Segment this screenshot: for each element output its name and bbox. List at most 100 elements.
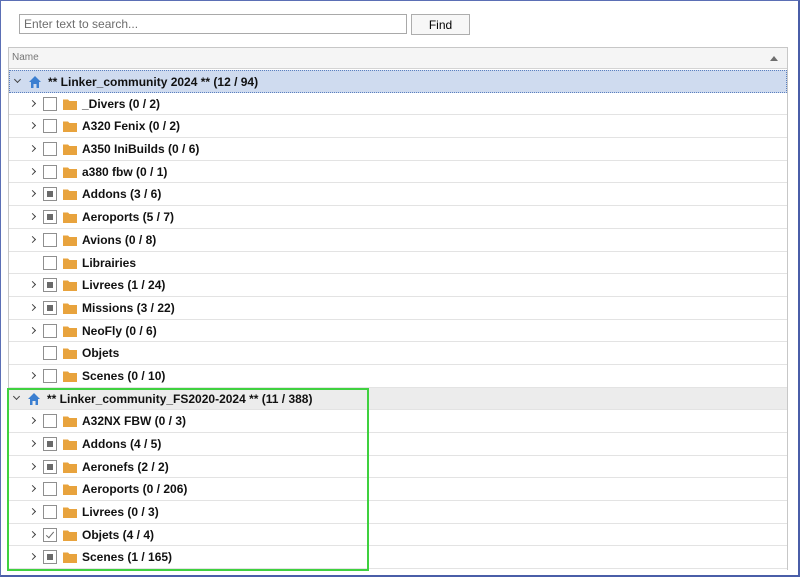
item-checkbox[interactable] <box>43 414 57 429</box>
folder-icon <box>63 506 77 519</box>
tree-item-row[interactable]: _Divers (0 / 2) <box>9 93 787 116</box>
chevron-right-icon[interactable] <box>28 99 37 107</box>
column-header-name[interactable]: Name <box>9 48 787 69</box>
chevron-right-icon[interactable] <box>28 371 37 379</box>
item-checkbox[interactable] <box>43 527 57 542</box>
folder-icon <box>63 529 77 541</box>
item-checkbox[interactable] <box>43 255 57 270</box>
tree-group-row[interactable]: ** Linker_community_FS2020-2024 ** (11 /… <box>9 387 787 411</box>
tree-item-label: A320 Fenix (0 / 2) <box>82 119 181 134</box>
window-frame: Find Name ** Linker_community 2024 ** (1… <box>0 0 800 577</box>
folder-icon <box>63 302 77 314</box>
search-input[interactable] <box>19 14 407 34</box>
tree-group-row[interactable]: ** Linker_community 2024 ** (12 / 94) <box>9 70 787 93</box>
tree-item-label: A350 IniBuilds (0 / 6) <box>82 142 200 157</box>
tree-item-row[interactable]: Aeroports (0 / 206) <box>9 478 787 502</box>
chevron-right-icon[interactable] <box>28 553 37 561</box>
tree-item-label: NeoFly (0 / 6) <box>82 323 157 338</box>
item-checkbox[interactable] <box>43 164 57 179</box>
item-checkbox[interactable] <box>43 300 57 315</box>
item-checkbox[interactable] <box>43 96 57 111</box>
folder-icon <box>63 166 77 178</box>
item-checkbox[interactable] <box>43 119 57 134</box>
folder-icon <box>63 370 77 382</box>
chevron-right-icon[interactable] <box>28 122 37 130</box>
chevron-right-icon[interactable] <box>28 530 37 538</box>
item-checkbox[interactable] <box>43 437 57 451</box>
chevron-down-icon[interactable] <box>13 75 22 84</box>
item-checkbox[interactable] <box>43 210 57 225</box>
chevron-right-icon[interactable] <box>28 439 37 448</box>
folder-icon <box>63 347 77 360</box>
folder-icon <box>63 279 77 292</box>
chevron-right-icon[interactable] <box>28 485 37 493</box>
tree-item-label: Livrees (1 / 24) <box>82 278 166 293</box>
tree-item-row[interactable]: Aeroports (5 / 7) <box>9 206 787 229</box>
item-checkbox[interactable] <box>43 482 57 497</box>
sort-ascending-icon <box>770 56 778 61</box>
tree-item-row[interactable]: NeoFly (0 / 6) <box>9 320 787 343</box>
tree-item-row[interactable]: Scenes (0 / 10) <box>9 365 787 388</box>
item-checkbox[interactable] <box>43 505 57 520</box>
chevron-right-icon[interactable] <box>28 326 37 334</box>
tree-item-label: Aeroports (5 / 7) <box>82 210 175 225</box>
tree-item-row[interactable]: Objets <box>9 342 787 365</box>
folder-icon <box>63 234 77 246</box>
tree-item-row[interactable]: Scenes (1 / 165) <box>9 546 787 570</box>
chevron-right-icon[interactable] <box>28 508 37 516</box>
chevron-right-icon[interactable] <box>28 303 37 311</box>
tree-item-label: a380 fbw (0 / 1) <box>82 164 168 179</box>
folder-icon <box>63 483 77 496</box>
tree-item-label: Aeronefs (2 / 2) <box>82 459 169 474</box>
chevron-right-icon[interactable] <box>28 417 37 425</box>
chevron-down-icon[interactable] <box>12 392 21 400</box>
tree-item-label: Scenes (0 / 10) <box>82 368 166 383</box>
item-checkbox[interactable] <box>43 459 57 474</box>
tree-rows: ** Linker_community 2024 ** (12 / 94) _Di… <box>9 70 787 570</box>
tree-item-row[interactable]: Aeronefs (2 / 2) <box>9 456 787 479</box>
tree-item-row[interactable]: Addons (3 / 6) <box>9 183 787 207</box>
folder-icon <box>63 98 77 110</box>
folder-icon <box>63 188 77 201</box>
chevron-right-icon[interactable] <box>28 145 37 153</box>
item-checkbox[interactable] <box>43 323 57 338</box>
item-checkbox[interactable] <box>43 346 57 361</box>
chevron-right-icon[interactable] <box>28 213 37 221</box>
folder-icon <box>63 143 77 156</box>
tree-item-label: Aeroports (0 / 206) <box>82 482 188 497</box>
chevron-right-icon[interactable] <box>28 167 37 175</box>
tree-item-label: Missions (3 / 22) <box>82 300 175 315</box>
tree-item-label: Scenes (1 / 165) <box>82 550 173 565</box>
tree-item-label: A32NX FBW (0 / 3) <box>82 414 187 429</box>
folder-icon <box>63 211 77 224</box>
tree-item-row[interactable]: Missions (3 / 22) <box>9 297 787 320</box>
item-checkbox[interactable] <box>43 187 57 202</box>
folder-icon <box>63 120 77 133</box>
tree-item-label: _Divers (0 / 2) <box>82 96 161 111</box>
tree-item-row[interactable]: Livrees (0 / 3) <box>9 501 787 524</box>
tree-item-row[interactable]: Addons (4 / 5) <box>9 433 787 456</box>
chevron-right-icon[interactable] <box>28 190 37 198</box>
item-checkbox[interactable] <box>43 368 57 383</box>
item-checkbox[interactable] <box>43 232 57 247</box>
chevron-right-icon[interactable] <box>28 281 37 289</box>
chevron-right-icon[interactable] <box>28 462 37 470</box>
folder-icon <box>63 257 77 269</box>
tree-item-label: Avions (0 / 8) <box>82 232 157 247</box>
tree-item-row[interactable]: a380 fbw (0 / 1) <box>9 161 787 184</box>
tree-item-row[interactable]: A32NX FBW (0 / 3) <box>9 410 787 433</box>
tree-item-row[interactable]: Objets (4 / 4) <box>9 524 787 547</box>
folder-icon <box>63 551 77 564</box>
column-header-label: Name <box>12 52 39 63</box>
find-button[interactable]: Find <box>411 14 470 35</box>
tree-item-row[interactable]: A320 Fenix (0 / 2) <box>9 115 787 139</box>
tree-item-row[interactable]: Livrees (1 / 24) <box>9 274 787 297</box>
item-checkbox[interactable] <box>43 142 57 157</box>
tree-item-row[interactable]: Avions (0 / 8) <box>9 229 787 252</box>
tree-view[interactable]: Name ** Linker_community 2024 ** (12 / 9… <box>8 47 788 570</box>
tree-item-row[interactable]: A350 IniBuilds (0 / 6) <box>9 138 787 161</box>
item-checkbox[interactable] <box>43 278 57 293</box>
tree-item-row[interactable]: Librairies <box>9 252 787 275</box>
item-checkbox[interactable] <box>43 550 57 565</box>
chevron-right-icon[interactable] <box>28 235 37 243</box>
